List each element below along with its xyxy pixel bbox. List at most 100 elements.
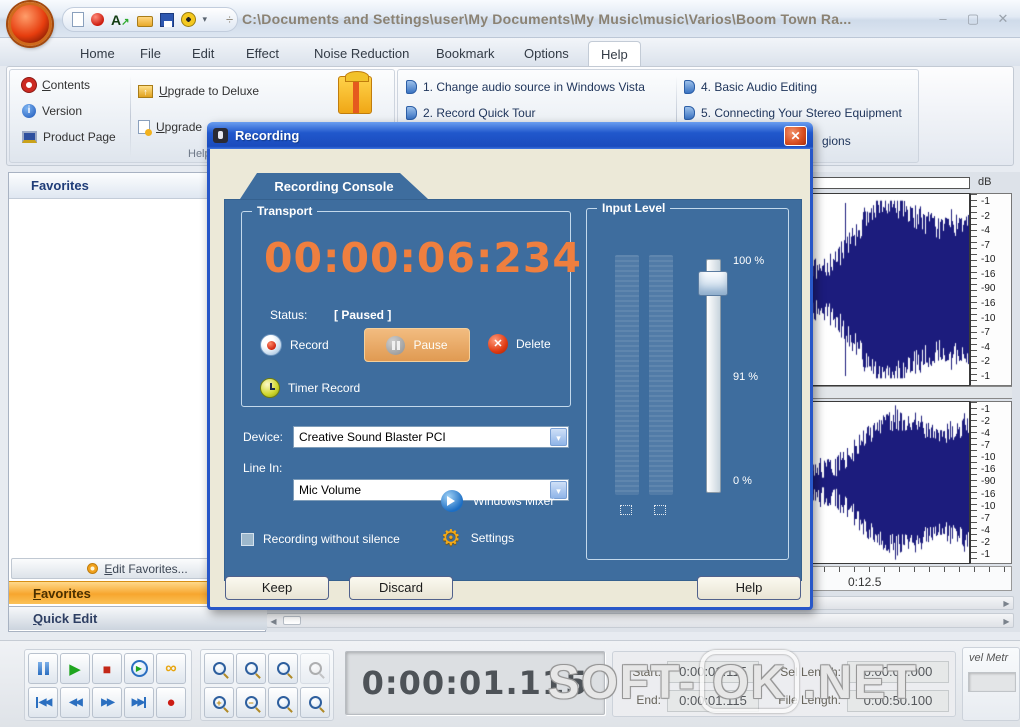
skip-start-button[interactable]: ◀◀	[28, 687, 58, 718]
status-value: [ Paused ]	[334, 308, 392, 322]
windows-mixer-control[interactable]: Windows Mixer	[441, 490, 554, 512]
topic-5-link[interactable]: 5. Connecting Your Stereo Equipment	[684, 106, 902, 120]
keep-button[interactable]: Keep	[225, 576, 329, 600]
silence-checkbox-row[interactable]: Recording without silence	[241, 532, 400, 546]
minimize-button[interactable]: –	[932, 11, 954, 26]
magnifier-icon	[276, 696, 290, 709]
record-control[interactable]: Record	[260, 334, 329, 356]
device-label: Device:	[243, 430, 284, 444]
play-circle-icon: ▶	[130, 660, 148, 677]
rewind-button[interactable]: ◀◀	[60, 687, 90, 718]
zoom-out-button[interactable]: −	[236, 687, 266, 718]
upgrade-link[interactable]: Upgrade	[138, 120, 202, 136]
timer-record-control[interactable]: Timer Record	[260, 378, 360, 398]
dialog-title: Recording	[235, 128, 300, 143]
zoom-in-horizontal-button[interactable]	[204, 653, 234, 684]
rewind-icon: ◀◀	[69, 697, 82, 708]
new-document-icon[interactable]	[72, 12, 84, 27]
scroll-right-icon[interactable]: ▶	[1000, 616, 1013, 628]
play-icon: ▶	[69, 660, 81, 678]
loop-button[interactable]: ∞	[156, 653, 186, 684]
db-ruler-right: -1 -2 -4 -7 -10 -16 -90 -16 -10 -7 -4 -2 -1	[970, 401, 1012, 564]
stop-button[interactable]: ■	[92, 653, 122, 684]
scroll-left-icon[interactable]: ◀	[267, 616, 280, 628]
settings-control[interactable]: ⚙ Settings	[441, 527, 514, 549]
pause-button[interactable]	[28, 653, 58, 684]
close-button[interactable]: ✕	[992, 11, 1014, 27]
record-button[interactable]: ●	[156, 687, 186, 718]
scroll-right-icon[interactable]: ▶	[1000, 598, 1013, 610]
skip-end-button[interactable]: ▶▶	[124, 687, 154, 718]
help-version-link[interactable]: i Version	[22, 104, 82, 118]
record-icon[interactable]	[91, 13, 104, 26]
play-button[interactable]: ▶	[60, 653, 90, 684]
volume-slider-thumb[interactable]	[698, 271, 728, 296]
topic-partial-link[interactable]: gions	[822, 134, 851, 148]
upgrade-deluxe-link[interactable]: ↑ Upgrade to Deluxe	[138, 84, 259, 98]
watermark: SOFT- OK .NET	[548, 650, 918, 713]
level-meter-display	[968, 672, 1016, 692]
zoom-disabled-button	[300, 653, 330, 684]
magnifier-icon	[244, 662, 258, 675]
topic-1-link[interactable]: 1. Change audio source in Windows Vista	[406, 80, 645, 94]
gift-icon[interactable]	[338, 71, 372, 114]
app-menu-button[interactable]	[8, 2, 52, 46]
dialog-title-bar[interactable]: Recording ✕	[207, 122, 813, 149]
tab-bookmark[interactable]: Bookmark	[424, 41, 507, 66]
tab-help[interactable]: Help	[588, 41, 641, 66]
zoom-selection-button[interactable]	[268, 653, 298, 684]
delete-control[interactable]: ✕ Delete	[488, 334, 551, 354]
topic-4-link[interactable]: 4. Basic Audio Editing	[684, 80, 817, 94]
dialog-close-button[interactable]: ✕	[784, 125, 807, 146]
line-in-label: Line In:	[243, 461, 283, 475]
tab-home[interactable]: Home	[68, 41, 127, 66]
topic-icon	[684, 106, 695, 120]
zoom-out-horizontal-button[interactable]	[236, 653, 266, 684]
toolbar-dropdown-icon[interactable]: ▾	[203, 14, 208, 25]
slider-current-label: 91 %	[733, 371, 759, 383]
record-icon: ●	[166, 694, 176, 711]
combo-arrow-icon[interactable]: ▾	[550, 428, 567, 446]
clip-indicator-right	[654, 505, 666, 515]
tab-edit[interactable]: Edit	[180, 41, 226, 66]
topic-2-link[interactable]: 2. Record Quick Tour	[406, 106, 536, 120]
zoom-vertical-button[interactable]	[300, 687, 330, 718]
slider-max-label: 100 %	[733, 255, 765, 267]
tab-noise-reduction[interactable]: Noise Reduction	[302, 41, 421, 66]
delete-ball-icon: ✕	[488, 334, 508, 354]
recording-console-tab[interactable]: Recording Console	[240, 173, 428, 199]
monitor-icon	[22, 131, 37, 143]
tab-file[interactable]: File	[128, 41, 173, 66]
tab-options[interactable]: Options	[512, 41, 581, 66]
zoom-in-button[interactable]: +	[204, 687, 234, 718]
level-meter-panel: vel Metr	[962, 647, 1020, 721]
help-button[interactable]: Help	[697, 576, 801, 600]
pause-control[interactable]: Pause	[364, 328, 470, 362]
topic-icon	[406, 106, 417, 120]
text-tool-icon[interactable]: A↗	[111, 12, 130, 28]
maximize-button[interactable]: ▢	[962, 11, 984, 27]
input-level-group-label: Input Level	[597, 201, 671, 215]
help-contents-link[interactable]: Contents	[22, 78, 90, 92]
zoom-controls: + −	[200, 649, 334, 721]
play-selection-button[interactable]: ▶	[124, 653, 154, 684]
recording-timer: 00:00:06:234	[264, 234, 582, 282]
magnifier-icon	[308, 662, 322, 675]
zoom-full-button[interactable]	[268, 687, 298, 718]
magnifier-icon	[212, 662, 226, 675]
device-combobox[interactable]: Creative Sound Blaster PCI ▾	[293, 426, 569, 448]
scrollbar-thumb[interactable]	[283, 616, 301, 625]
horizontal-scrollbar-bottom[interactable]: ◀ ▶	[266, 613, 1014, 628]
noise-reduction-icon[interactable]	[180, 12, 196, 27]
forward-button[interactable]: ▶▶	[92, 687, 122, 718]
open-folder-icon[interactable]	[136, 16, 153, 27]
checkbox-unchecked[interactable]	[241, 532, 254, 546]
tab-effect[interactable]: Effect	[234, 41, 291, 66]
title-separator-icon: ÷	[226, 12, 234, 27]
timeline-time-label: 0:12.5	[848, 575, 882, 589]
discard-button[interactable]: Discard	[349, 576, 453, 600]
save-icon[interactable]	[159, 12, 174, 27]
help-product-page-link[interactable]: Product Page	[22, 130, 116, 144]
clock-icon	[260, 378, 280, 398]
pause-ball-icon	[386, 335, 406, 355]
